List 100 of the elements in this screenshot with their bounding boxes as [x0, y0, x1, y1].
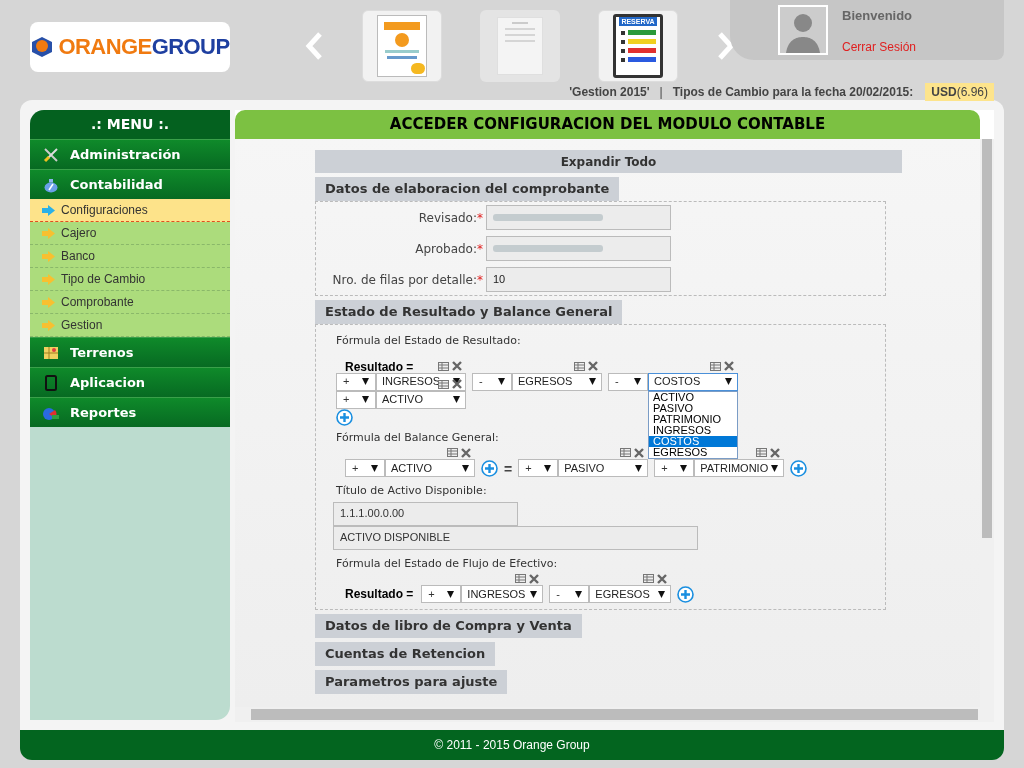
caret-icon	[589, 378, 596, 385]
account-select[interactable]: EGRESOS	[589, 585, 672, 603]
separator: |	[659, 84, 663, 101]
add-icon[interactable]	[336, 408, 353, 426]
menu-title: .: MENU :.	[30, 110, 230, 139]
welcome-text: Bienvenido	[842, 7, 914, 25]
section-header[interactable]: Estado de Resultado y Balance General	[315, 300, 623, 324]
section-header[interactable]: Datos de libro de Compra y Venta	[315, 614, 582, 638]
table-icon[interactable]	[756, 448, 768, 457]
page-title: ACCEDER CONFIGURACION DEL MODULO CONTABLE	[235, 110, 980, 139]
add-icon[interactable]	[790, 459, 808, 477]
account-select[interactable]: EGRESOS	[512, 372, 602, 391]
formula-caption: Fórmula del Balance General:	[336, 429, 499, 446]
submenu-item[interactable]: Comprobante	[30, 291, 230, 314]
dropdown-option[interactable]: PATRIMONIO	[649, 413, 737, 425]
table-icon[interactable]	[438, 379, 449, 389]
account-select[interactable]: ACTIVO	[385, 459, 475, 477]
map-icon	[43, 344, 59, 361]
caret-icon	[530, 590, 538, 598]
text-field[interactable]	[486, 236, 671, 261]
caret-icon	[453, 396, 460, 403]
table-icon[interactable]	[643, 574, 655, 583]
section-header[interactable]: Cuentas de Retencion	[315, 642, 496, 666]
horizontal-scrollbar[interactable]	[235, 707, 994, 722]
cube-logo-icon	[30, 35, 55, 59]
table-icon[interactable]	[574, 361, 585, 371]
account-select[interactable]: INGRESOS	[461, 585, 544, 603]
dropdown-option[interactable]: INGRESOS	[649, 424, 737, 436]
caret-icon	[498, 378, 505, 385]
text-field[interactable]: 10	[486, 267, 671, 292]
menu-item[interactable]: Reportes	[30, 397, 230, 427]
caret-icon	[634, 378, 641, 385]
dropdown-option[interactable]: ACTIVO	[649, 391, 737, 403]
field-value: 10	[493, 272, 506, 288]
caret-icon	[362, 396, 369, 403]
equals-sign: =	[504, 460, 513, 477]
arrow-icon	[42, 250, 55, 262]
section-header[interactable]: Datos de elaboracion del comprobante	[315, 177, 620, 201]
sign-select[interactable]: +	[336, 372, 376, 391]
submenu-item[interactable]: Configuraciones	[30, 199, 230, 222]
arrow-icon	[42, 319, 55, 331]
field-label: Nro. de filas por detalle:*	[331, 271, 483, 289]
expand-all-button[interactable]: Expandir Todo	[315, 150, 902, 173]
caret-icon	[453, 378, 460, 385]
account-select[interactable]: PASIVO	[558, 459, 649, 477]
sign-select[interactable]: +	[421, 585, 462, 603]
account-name-field[interactable]: ACTIVO DISPONIBLE	[333, 525, 698, 550]
table-icon[interactable]	[447, 448, 458, 457]
dropdown-option[interactable]: PASIVO	[649, 402, 737, 414]
submenu-item[interactable]: Cajero	[30, 222, 230, 245]
brand-name: ORANGEGROUP	[58, 36, 230, 58]
caret-icon	[680, 464, 688, 472]
account-select[interactable]: INGRESOS	[376, 372, 466, 391]
sign-select[interactable]: +	[654, 459, 695, 477]
delete-icon[interactable]	[452, 379, 462, 389]
section-header[interactable]: Parametros para ajuste	[315, 670, 508, 694]
arrow-icon	[42, 227, 55, 239]
add-icon[interactable]	[677, 585, 695, 603]
account-code-field[interactable]: 1.1.1.00.0.00	[333, 501, 518, 526]
money-bag-icon	[43, 176, 59, 193]
submenu-item[interactable]: Tipo de Cambio	[30, 268, 230, 291]
caret-icon	[575, 590, 583, 598]
field-caption: Título de Activo Disponible:	[336, 483, 487, 499]
shortcut-tile[interactable]	[362, 10, 442, 82]
formula-caption: Fórmula del Estado de Flujo de Efectivo:	[336, 555, 558, 572]
menu-item[interactable]: Administración	[30, 139, 230, 169]
formula-label: Resultado =	[345, 586, 414, 603]
menu-item[interactable]: Aplicacion	[30, 367, 230, 397]
vertical-scrollbar[interactable]	[980, 139, 994, 707]
exchange-rate-label: Tipos de Cambio para la fecha 20/02/2015:	[672, 84, 914, 101]
arrow-icon	[42, 296, 55, 308]
arrow-icon	[42, 273, 55, 285]
sign-select[interactable]: -	[549, 585, 590, 603]
field-label: Aprobado:*	[414, 240, 483, 258]
account-select[interactable]: COSTOS	[648, 372, 738, 391]
menu-item[interactable]: Terrenos	[30, 337, 230, 367]
sign-select[interactable]: -	[608, 372, 648, 391]
caret-icon	[658, 590, 666, 598]
text-field[interactable]	[486, 205, 671, 230]
arrow-icon	[42, 204, 55, 216]
submenu-item[interactable]: Banco	[30, 245, 230, 268]
dropdown-option[interactable]: EGRESOS	[649, 446, 737, 458]
table-icon[interactable]	[620, 448, 632, 457]
sign-select[interactable]: -	[472, 372, 512, 391]
sign-select[interactable]: +	[345, 459, 385, 477]
caret-icon	[371, 464, 378, 472]
footer: © 2011 - 2015 Orange Group	[20, 730, 1004, 760]
table-icon[interactable]	[438, 361, 449, 371]
table-icon[interactable]	[515, 574, 527, 583]
shortcut-tile[interactable]	[480, 10, 560, 82]
add-icon[interactable]	[481, 459, 498, 477]
logo[interactable]: ORANGEGROUP	[30, 22, 230, 72]
account-select[interactable]: PATRIMONIO	[694, 459, 785, 477]
sign-select[interactable]: +	[518, 459, 559, 477]
submenu-item[interactable]: Gestion	[30, 314, 230, 337]
menu-item[interactable]: Contabilidad	[30, 169, 230, 199]
caret-icon	[362, 378, 369, 385]
dropdown-option[interactable]: COSTOS	[649, 435, 737, 447]
table-icon[interactable]	[710, 361, 721, 371]
caret-icon	[635, 464, 643, 472]
